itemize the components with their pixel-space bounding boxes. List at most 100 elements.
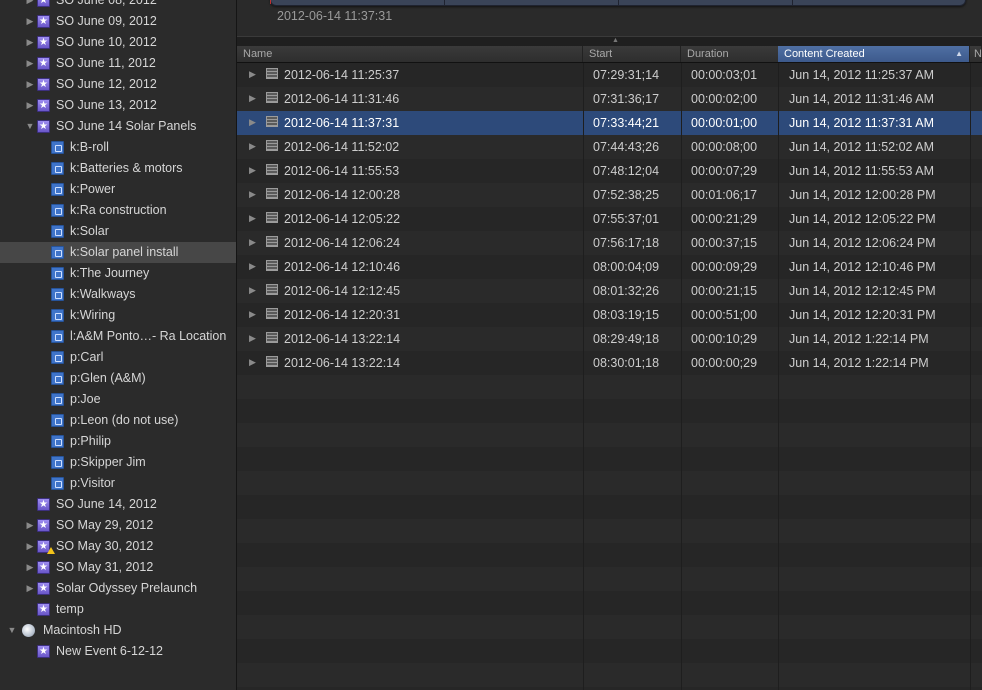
sidebar-keyword-collection[interactable]: k:Batteries & motors xyxy=(0,158,236,179)
sidebar-keyword-collection[interactable]: k:Solar xyxy=(0,221,236,242)
sidebar-keyword-collection[interactable]: k:Wiring xyxy=(0,305,236,326)
disclosure-collapsed-icon[interactable]: ▶ xyxy=(25,541,35,551)
sidebar-keyword-collection[interactable]: p:Glen (A&M) xyxy=(0,368,236,389)
sidebar-item-label: k:The Journey xyxy=(70,266,150,280)
column-header-duration[interactable]: Duration xyxy=(681,46,779,62)
sidebar-event[interactable]: ▼ SO June 14 Solar Panels xyxy=(0,116,236,137)
table-row[interactable]: ▶ 2012-06-14 12:12:45 08:01:32;26 00:00:21;… xyxy=(237,279,982,303)
sidebar-volume[interactable]: ▼ Macintosh HD xyxy=(0,620,236,641)
warning-icon xyxy=(47,547,55,554)
disclosure-collapsed-icon[interactable]: ▶ xyxy=(249,165,256,176)
disclosure-collapsed-icon[interactable]: ▶ xyxy=(249,333,256,344)
sidebar-keyword-collection[interactable]: p:Leon (do not use) xyxy=(0,410,236,431)
disclosure-collapsed-icon[interactable]: ▶ xyxy=(249,309,256,320)
disclosure-collapsed-icon[interactable]: ▶ xyxy=(249,237,256,248)
sidebar-event[interactable]: ▶ SO June 13, 2012 xyxy=(0,95,236,116)
table-row[interactable]: ▶ 2012-06-14 11:55:53 07:48:12;04 00:00:07;… xyxy=(237,159,982,183)
sidebar-event[interactable]: ▶ SO May 30, 2012 xyxy=(0,536,236,557)
disclosure-expanded-icon[interactable]: ▼ xyxy=(7,625,17,635)
disclosure-collapsed-icon[interactable]: ▶ xyxy=(25,100,35,110)
disclosure-collapsed-icon[interactable]: ▶ xyxy=(249,357,256,368)
disclosure-collapsed-icon[interactable]: ▶ xyxy=(249,285,256,296)
disclosure-collapsed-icon[interactable]: ▶ xyxy=(249,261,256,272)
sidebar-event[interactable]: New Event 6-12-12 xyxy=(0,641,236,662)
disclosure-collapsed-icon[interactable]: ▶ xyxy=(25,37,35,47)
pane-resize-divider[interactable]: ▲ xyxy=(237,36,982,46)
table-row[interactable]: ▶ 2012-06-14 12:05:22 07:55:37;01 00:00:21;… xyxy=(237,207,982,231)
sidebar-keyword-collection[interactable]: k:B-roll xyxy=(0,137,236,158)
table-row[interactable]: ▶ 2012-06-14 12:00:28 07:52:38;25 00:01:06;… xyxy=(237,183,982,207)
sidebar-keyword-collection[interactable]: l:A&M Ponto…- Ra Location xyxy=(0,326,236,347)
sidebar-event[interactable]: ▶ SO June 08, 2012 xyxy=(0,0,236,11)
disclosure-collapsed-icon[interactable]: ▶ xyxy=(25,58,35,68)
table-row[interactable]: ▶ 2012-06-14 13:22:14 08:29:49;18 00:00:10;… xyxy=(237,327,982,351)
sidebar-event[interactable]: SO June 14, 2012 xyxy=(0,494,236,515)
disclosure-collapsed-icon[interactable]: ▶ xyxy=(249,69,256,80)
disclosure-collapsed-icon[interactable]: ▶ xyxy=(25,79,35,89)
column-header-notes[interactable]: N xyxy=(970,46,982,62)
sidebar-keyword-collection[interactable]: p:Joe xyxy=(0,389,236,410)
column-header-start[interactable]: Start xyxy=(583,46,681,62)
film-clip-icon xyxy=(266,332,278,343)
keyword-collection-icon xyxy=(51,204,64,217)
sidebar-keyword-collection[interactable]: p:Carl xyxy=(0,347,236,368)
sidebar-event[interactable]: ▶ Solar Odyssey Prelaunch xyxy=(0,578,236,599)
event-icon xyxy=(37,582,50,595)
table-row[interactable]: ▶ 2012-06-14 11:37:31 07:33:44;21 00:00:01;… xyxy=(237,111,982,135)
film-clip-icon xyxy=(266,308,278,319)
sidebar-item-label: SO May 29, 2012 xyxy=(56,518,154,532)
table-row[interactable]: ▶ 2012-06-14 13:22:14 08:30:01;18 00:00:00;… xyxy=(237,351,982,375)
sidebar-event[interactable]: ▶ SO June 10, 2012 xyxy=(0,32,236,53)
table-row[interactable]: ▶ 2012-06-14 12:10:46 08:00:04;09 00:00:09;… xyxy=(237,255,982,279)
sidebar-item-label: l:A&M Ponto…- Ra Location xyxy=(70,329,227,343)
sidebar-keyword-collection[interactable]: k:Ra construction xyxy=(0,200,236,221)
disclosure-collapsed-icon[interactable]: ▶ xyxy=(249,141,256,152)
disclosure-collapsed-icon[interactable]: ▶ xyxy=(249,213,256,224)
disclosure-collapsed-icon[interactable]: ▶ xyxy=(25,562,35,572)
disclosure-collapsed-icon[interactable]: ▶ xyxy=(25,583,35,593)
disclosure-collapsed-icon[interactable]: ▶ xyxy=(25,16,35,26)
cell-created: Jun 14, 2012 12:10:46 PM xyxy=(789,260,936,274)
table-row[interactable]: ▶ 2012-06-14 11:52:02 07:44:43;26 00:00:08;… xyxy=(237,135,982,159)
empty-row xyxy=(237,519,982,543)
sidebar-keyword-collection[interactable]: p:Philip xyxy=(0,431,236,452)
sidebar-event[interactable]: ▶ SO June 11, 2012 xyxy=(0,53,236,74)
sidebar-event[interactable]: ▶ SO May 31, 2012 xyxy=(0,557,236,578)
disclosure-collapsed-icon[interactable]: ▶ xyxy=(25,520,35,530)
cell-name: 2012-06-14 12:20:31 xyxy=(284,308,401,322)
sidebar-item-label: p:Leon (do not use) xyxy=(70,413,179,427)
table-row[interactable]: ▶ 2012-06-14 12:20:31 08:03:19;15 00:00:51;… xyxy=(237,303,982,327)
table-row[interactable]: ▶ 2012-06-14 12:06:24 07:56:17;18 00:00:37;… xyxy=(237,231,982,255)
disclosure-collapsed-icon[interactable]: ▶ xyxy=(25,0,35,5)
table-row[interactable]: ▶ 2012-06-14 11:25:37 07:29:31;14 00:00:03;… xyxy=(237,63,982,87)
cell-created: Jun 14, 2012 11:55:53 AM xyxy=(789,164,935,178)
sidebar-event[interactable]: temp xyxy=(0,599,236,620)
cell-start: 07:33:44;21 xyxy=(593,116,660,130)
sidebar-item-label: SO June 14 Solar Panels xyxy=(56,119,197,133)
disclosure-collapsed-icon[interactable]: ▶ xyxy=(249,117,256,128)
sidebar-keyword-collection[interactable]: p:Skipper Jim xyxy=(0,452,236,473)
sidebar-keyword-collection[interactable]: k:Power xyxy=(0,179,236,200)
table-row[interactable]: ▶ 2012-06-14 11:31:46 07:31:36;17 00:00:02;… xyxy=(237,87,982,111)
empty-row xyxy=(237,591,982,615)
cell-created: Jun 14, 2012 12:12:45 PM xyxy=(789,284,936,298)
column-header-content-created[interactable]: Content Created ▲ xyxy=(778,46,970,62)
sidebar-item-label: k:Solar panel install xyxy=(70,245,179,259)
sidebar-keyword-collection[interactable]: p:Visitor xyxy=(0,473,236,494)
cell-duration: 00:00:03;01 xyxy=(691,68,758,82)
filmstrip[interactable] xyxy=(270,0,966,6)
column-header-name[interactable]: Name xyxy=(237,46,583,62)
sidebar-event[interactable]: ▶ SO June 09, 2012 xyxy=(0,11,236,32)
resize-grip-icon[interactable]: ▲ xyxy=(612,37,619,44)
sidebar-event[interactable]: ▶ SO June 12, 2012 xyxy=(0,74,236,95)
sidebar-event[interactable]: ▶ SO May 29, 2012 xyxy=(0,515,236,536)
disclosure-expanded-icon[interactable]: ▼ xyxy=(25,121,35,131)
disclosure-collapsed-icon[interactable]: ▶ xyxy=(249,189,256,200)
sidebar-keyword-collection[interactable]: k:Walkways xyxy=(0,284,236,305)
film-clip-icon xyxy=(266,68,278,79)
disclosure-collapsed-icon[interactable]: ▶ xyxy=(249,93,256,104)
sidebar-item-label: p:Philip xyxy=(70,434,111,448)
sidebar-keyword-collection[interactable]: k:The Journey xyxy=(0,263,236,284)
sidebar-item-label: k:Batteries & motors xyxy=(70,161,183,175)
sidebar-keyword-collection[interactable]: k:Solar panel install xyxy=(0,242,236,263)
